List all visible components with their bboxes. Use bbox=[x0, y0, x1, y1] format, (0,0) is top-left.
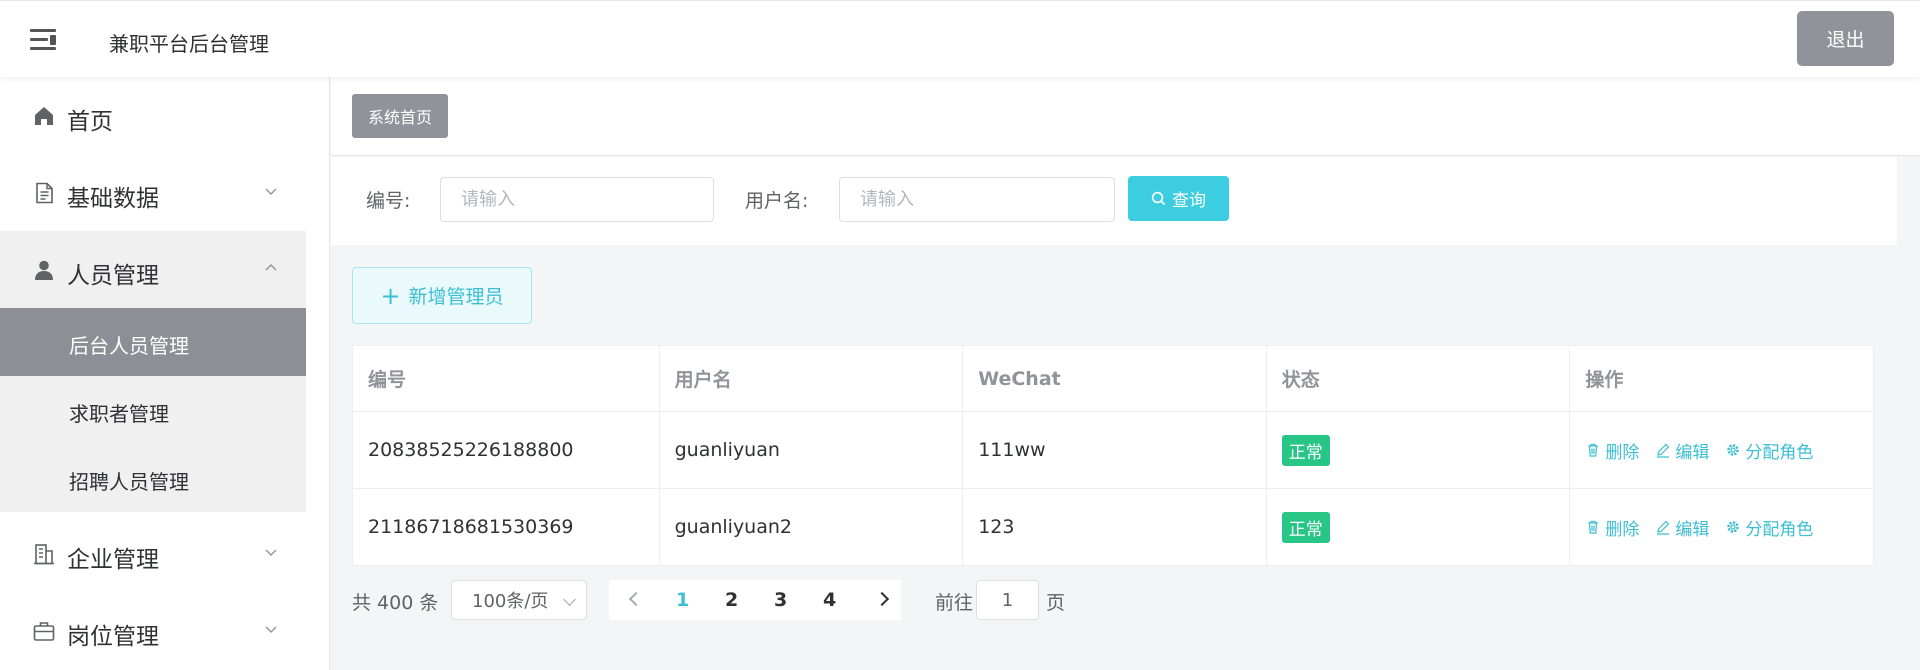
sidebar-item-admin-users[interactable]: 后台人员管理 bbox=[0, 308, 306, 376]
wechat-cell: 111ww bbox=[963, 412, 1267, 488]
assign-role-label: 分配角色 bbox=[1745, 519, 1814, 540]
edit-icon bbox=[1657, 443, 1670, 458]
delete-label: 删除 bbox=[1605, 519, 1640, 540]
status-badge: 正常 bbox=[1281, 511, 1330, 543]
id-cell: 20838525226188800 bbox=[353, 412, 660, 488]
table-header: 编号 用户名 WeChat 状态 操作 bbox=[353, 346, 1873, 412]
column-header[interactable]: WeChat bbox=[963, 346, 1267, 411]
add-admin-button[interactable]: + 新增管理员 bbox=[352, 267, 532, 324]
trash-icon bbox=[1588, 443, 1599, 457]
sidebar-item-label: 基础数据 bbox=[67, 186, 159, 212]
page-number[interactable]: 1 bbox=[676, 589, 689, 611]
edit-button[interactable]: 编辑 bbox=[1655, 438, 1709, 463]
pagination-total: 共 400 条 bbox=[352, 592, 439, 614]
search-icon bbox=[1151, 191, 1166, 206]
sidebar-item-personnel[interactable]: 人员管理 bbox=[0, 231, 306, 308]
sidebar: 首页 基础数据 人员管理 后台人员管理 求职者管理 招聘人员管理 企业管理 岗位… bbox=[0, 77, 330, 670]
tag-home[interactable]: 系统首页 bbox=[352, 94, 448, 138]
delete-label: 删除 bbox=[1605, 442, 1640, 463]
column-header[interactable]: 操作 bbox=[1570, 346, 1873, 411]
status-cell: 正常 bbox=[1267, 412, 1571, 488]
column-header[interactable]: 用户名 bbox=[660, 346, 964, 411]
assign-role-button[interactable]: 分配角色 bbox=[1725, 438, 1813, 463]
prev-page-icon[interactable] bbox=[628, 591, 644, 607]
building-icon bbox=[34, 544, 54, 565]
sidebar-item-positions[interactable]: 岗位管理 bbox=[0, 592, 306, 669]
chevron-down-icon bbox=[265, 549, 277, 556]
edit-label: 编辑 bbox=[1675, 442, 1710, 463]
sidebar-item-label: 求职者管理 bbox=[69, 402, 169, 426]
status-badge: 正常 bbox=[1281, 434, 1330, 466]
sidebar-item-job-seekers[interactable]: 求职者管理 bbox=[0, 376, 306, 444]
gear-icon bbox=[1727, 521, 1740, 533]
wechat-cell: 123 bbox=[963, 489, 1267, 565]
delete-button[interactable]: 删除 bbox=[1585, 438, 1639, 463]
pager: 1 2 3 4 bbox=[609, 580, 901, 620]
status-cell: 正常 bbox=[1267, 489, 1571, 565]
ops-cell: 删除 编辑 分配角色 bbox=[1570, 412, 1873, 488]
filter-bar: 编号: 用户名: 查询 bbox=[331, 157, 1897, 245]
next-page-icon[interactable] bbox=[874, 591, 890, 607]
username-cell: guanliyuan2 bbox=[660, 489, 964, 565]
app-title: 兼职平台后台管理 bbox=[109, 32, 269, 56]
username-filter-input[interactable] bbox=[839, 177, 1115, 222]
sidebar-item-label: 岗位管理 bbox=[67, 624, 159, 650]
goto-suffix: 页 bbox=[1046, 592, 1066, 614]
add-admin-label: 新增管理员 bbox=[408, 286, 504, 308]
column-header[interactable]: 编号 bbox=[353, 346, 660, 411]
sidebar-item-label: 首页 bbox=[67, 109, 113, 135]
sidebar-item-label: 企业管理 bbox=[67, 547, 159, 573]
assign-role-label: 分配角色 bbox=[1745, 442, 1814, 463]
page-number[interactable]: 4 bbox=[823, 589, 836, 611]
table-row: 21186718681530369 guanliyuan2 123 正常 删除 … bbox=[353, 489, 1873, 565]
page-size-select[interactable]: 100条/页 bbox=[451, 580, 587, 620]
chevron-down-icon bbox=[563, 593, 576, 606]
sidebar-item-home[interactable]: 首页 bbox=[0, 77, 306, 154]
edit-icon bbox=[1657, 520, 1670, 535]
sidebar-item-label: 人员管理 bbox=[67, 263, 159, 289]
sidebar-item-label: 后台人员管理 bbox=[69, 334, 189, 358]
plus-icon: + bbox=[380, 281, 401, 310]
page-number[interactable]: 2 bbox=[725, 589, 738, 611]
goto-prefix: 前往 bbox=[935, 592, 974, 614]
home-icon bbox=[35, 107, 53, 125]
query-button-label: 查询 bbox=[1172, 191, 1206, 211]
query-button[interactable]: 查询 bbox=[1128, 176, 1229, 221]
table-row: 20838525226188800 guanliyuan 111ww 正常 删除… bbox=[353, 412, 1873, 489]
chevron-up-icon bbox=[265, 264, 277, 271]
username-cell: guanliyuan bbox=[660, 412, 964, 488]
username-filter-label: 用户名: bbox=[745, 190, 809, 212]
assign-role-button[interactable]: 分配角色 bbox=[1725, 515, 1813, 540]
id-filter-input[interactable] bbox=[440, 177, 714, 222]
admin-table: 编号 用户名 WeChat 状态 操作 20838525226188800 gu… bbox=[352, 345, 1874, 566]
sidebar-item-companies[interactable]: 企业管理 bbox=[0, 515, 306, 592]
chevron-down-icon bbox=[265, 626, 277, 633]
ops-cell: 删除 编辑 分配角色 bbox=[1570, 489, 1873, 565]
chevron-down-icon bbox=[265, 188, 277, 195]
document-icon bbox=[36, 182, 53, 204]
gear-icon bbox=[1727, 444, 1740, 456]
logout-button[interactable]: 退出 bbox=[1797, 11, 1894, 66]
briefcase-icon bbox=[33, 622, 55, 641]
sidebar-item-recruiters[interactable]: 招聘人员管理 bbox=[0, 444, 306, 512]
menu-toggle-icon[interactable] bbox=[30, 29, 56, 51]
edit-button[interactable]: 编辑 bbox=[1655, 515, 1709, 540]
personnel-submenu: 后台人员管理 求职者管理 招聘人员管理 bbox=[0, 308, 306, 512]
column-header[interactable]: 状态 bbox=[1267, 346, 1571, 411]
page-size-value: 100条/页 bbox=[472, 591, 549, 612]
top-header: 兼职平台后台管理 退出 bbox=[0, 0, 1920, 77]
delete-button[interactable]: 删除 bbox=[1585, 515, 1639, 540]
page-number[interactable]: 3 bbox=[774, 589, 787, 611]
id-filter-label: 编号: bbox=[366, 190, 411, 212]
tags-bar: 系统首页 bbox=[331, 77, 1920, 156]
id-cell: 21186718681530369 bbox=[353, 489, 660, 565]
user-icon bbox=[35, 260, 53, 280]
edit-label: 编辑 bbox=[1675, 519, 1710, 540]
goto-page-input[interactable] bbox=[976, 580, 1039, 620]
trash-icon bbox=[1588, 520, 1599, 534]
sidebar-item-basic-data[interactable]: 基础数据 bbox=[0, 154, 306, 231]
sidebar-item-label: 招聘人员管理 bbox=[69, 470, 189, 494]
